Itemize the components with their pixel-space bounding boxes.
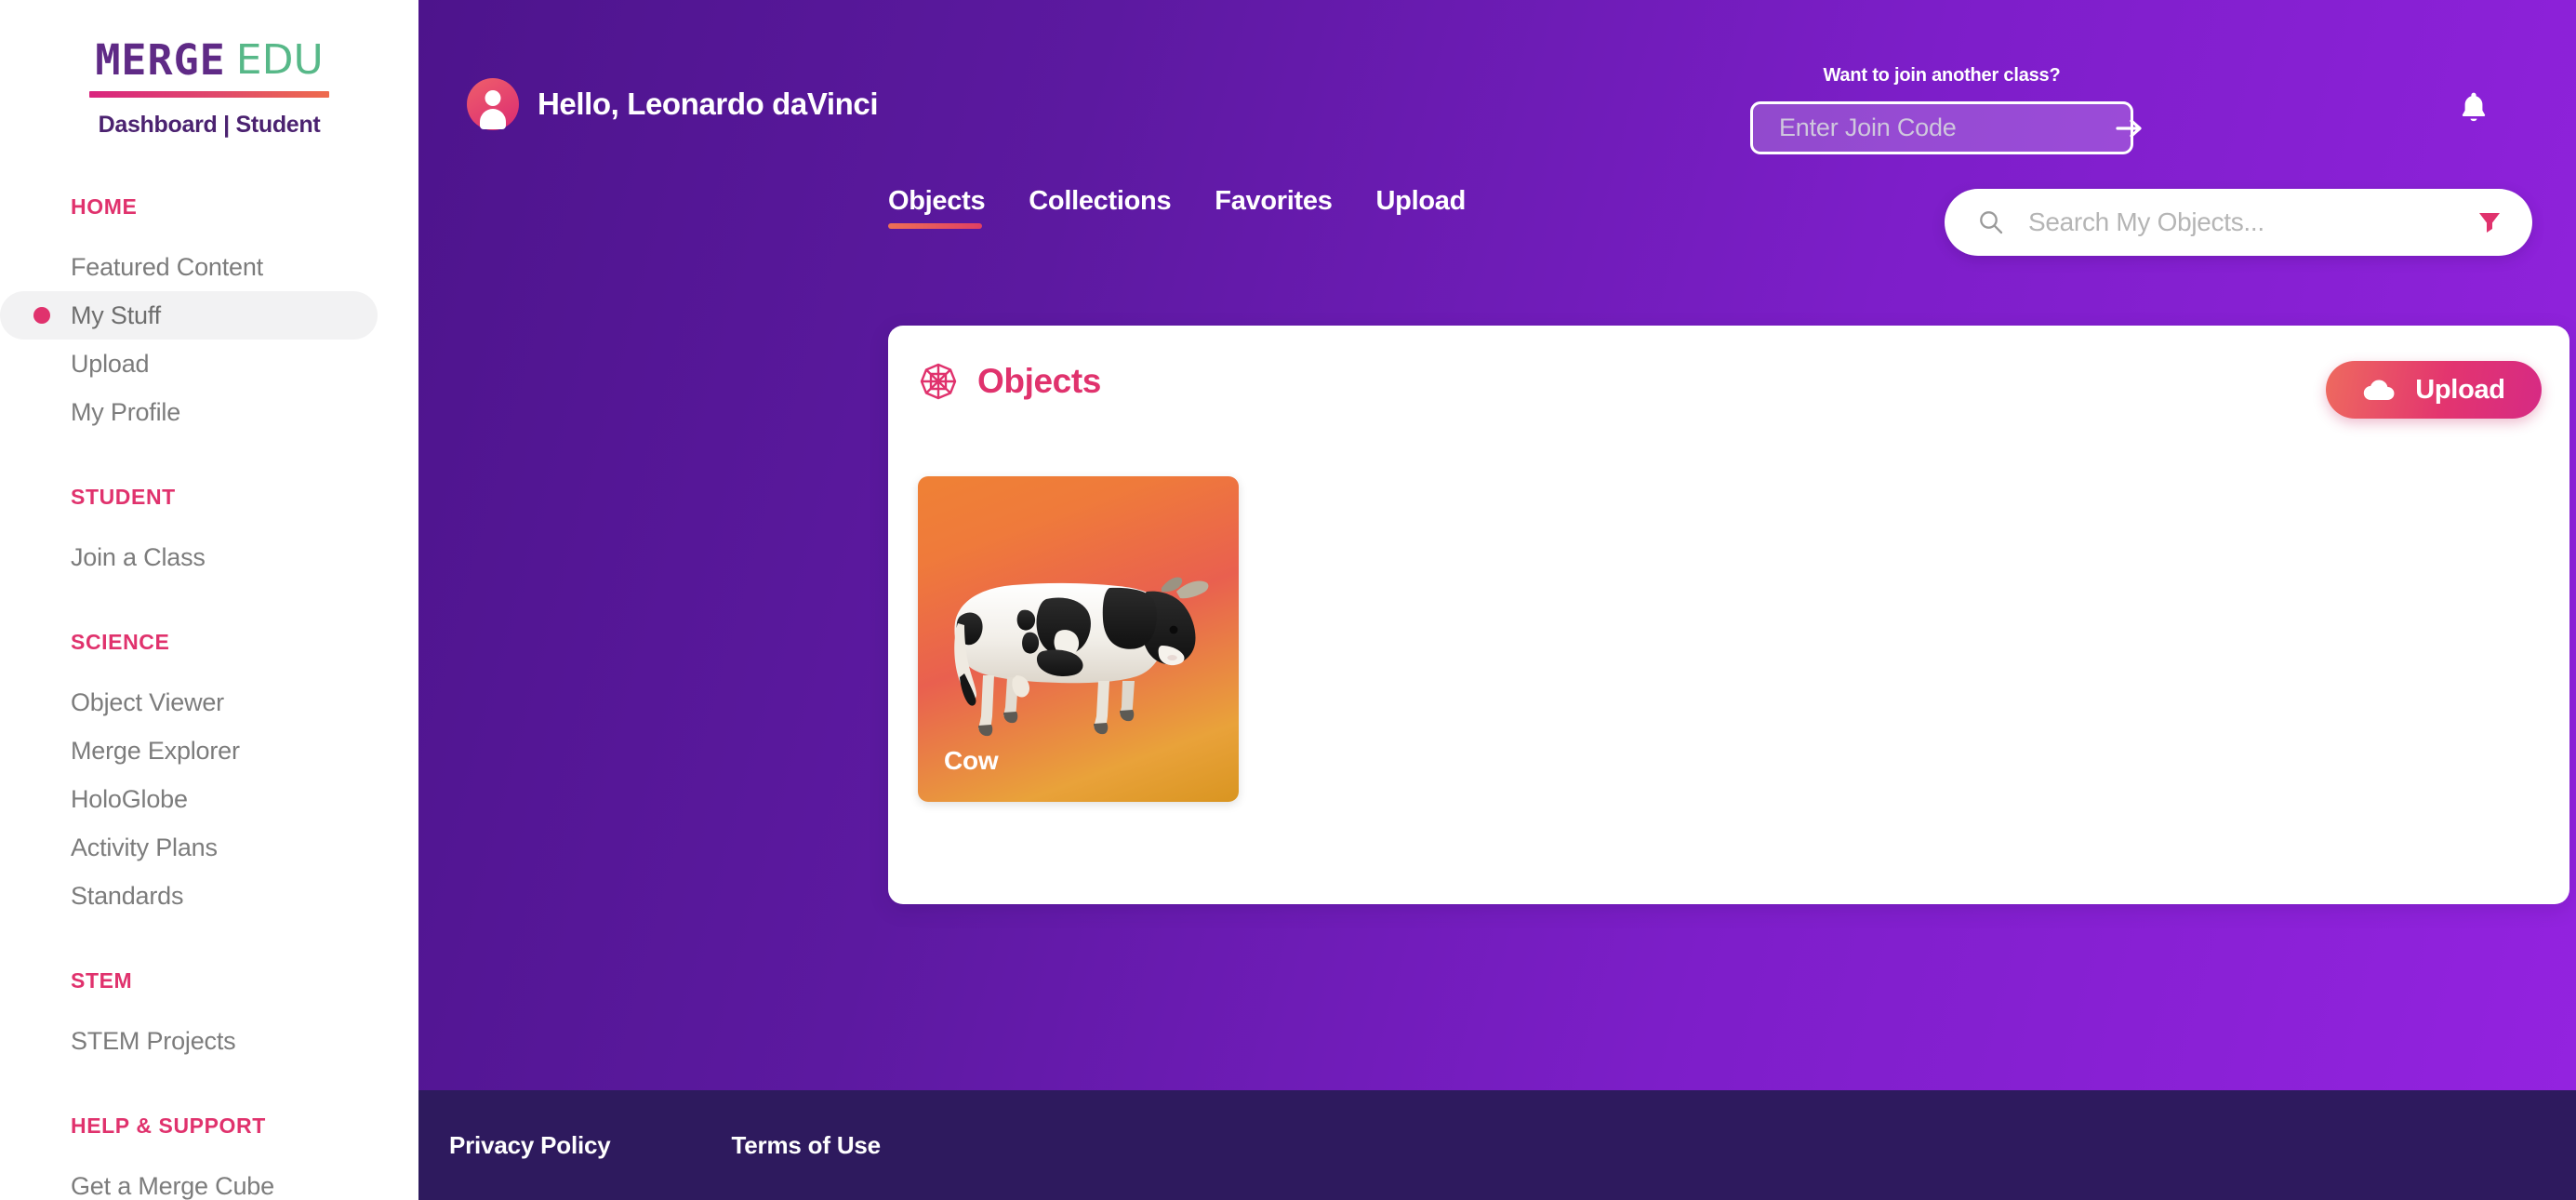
logo-edu-text: EDU bbox=[235, 35, 324, 84]
sidebar-item-stem-projects[interactable]: STEM Projects bbox=[0, 1017, 418, 1065]
avatar-body bbox=[480, 109, 506, 129]
tab-objects[interactable]: Objects bbox=[888, 186, 986, 229]
object-card-label: Cow bbox=[944, 746, 999, 775]
sidebar-item-label: My Stuff bbox=[71, 300, 161, 329]
tab-upload[interactable]: Upload bbox=[1376, 186, 1467, 229]
greeting-text: Hello, Leonardo daVinci bbox=[538, 87, 879, 121]
sidebar: MERGE EDU Dashboard | Student HOME Featur… bbox=[0, 0, 418, 1200]
sidebar-heading-science: SCIENCE bbox=[71, 630, 170, 654]
sidebar-item-my-profile[interactable]: My Profile bbox=[0, 388, 418, 436]
sidebar-item-my-stuff[interactable]: My Stuff bbox=[0, 291, 378, 340]
sidebar-item-label: Activity Plans bbox=[71, 833, 218, 861]
sidebar-item-label: Object Viewer bbox=[71, 687, 224, 716]
user-avatar-icon[interactable] bbox=[467, 78, 519, 130]
active-dot-icon bbox=[33, 307, 50, 324]
sidebar-item-label: HoloGlobe bbox=[71, 784, 188, 813]
sidebar-item-object-viewer[interactable]: Object Viewer bbox=[0, 678, 418, 727]
search-icon bbox=[1980, 211, 2003, 234]
sidebar-item-get-a-merge-cube[interactable]: Get a Merge Cube bbox=[0, 1162, 418, 1200]
sidebar-item-label: Standards bbox=[71, 881, 184, 910]
objects-panel: Objects Upload Cow bbox=[888, 326, 2569, 904]
panel-title: Objects bbox=[977, 362, 1101, 400]
sidebar-group-science: SCIENCE Object Viewer Merge Explorer Hol… bbox=[0, 630, 418, 920]
sidebar-heading-student: STUDENT bbox=[71, 485, 176, 509]
panel-header: Objects bbox=[918, 361, 1101, 402]
sidebar-item-label: STEM Projects bbox=[71, 1026, 236, 1055]
filter-funnel-icon[interactable] bbox=[2476, 209, 2503, 235]
greeting-block: Hello, Leonardo daVinci bbox=[467, 78, 879, 130]
join-class-block: Want to join another class? bbox=[1750, 65, 2142, 154]
logo-merge-text: MERGE bbox=[95, 35, 226, 85]
content-tabs: Objects Collections Favorites Upload bbox=[888, 186, 1509, 229]
sidebar-item-featured-content[interactable]: Featured Content bbox=[0, 243, 418, 291]
sidebar-heading-home: HOME bbox=[71, 194, 138, 219]
sidebar-group-stem: STEM STEM Projects bbox=[0, 968, 418, 1065]
logo-wordmark: MERGE EDU bbox=[0, 39, 418, 81]
sidebar-item-join-a-class[interactable]: Join a Class bbox=[0, 533, 418, 581]
tabs-and-search-row: Objects Collections Favorites Upload bbox=[418, 186, 2576, 270]
sidebar-item-merge-explorer[interactable]: Merge Explorer bbox=[0, 727, 418, 775]
sidebar-item-activity-plans[interactable]: Activity Plans bbox=[0, 823, 418, 872]
objects-grid: Cow bbox=[918, 476, 1239, 802]
cloud-upload-icon bbox=[2364, 380, 2395, 401]
sidebar-item-hologlobe[interactable]: HoloGlobe bbox=[0, 775, 418, 823]
cow-3d-model-thumbnail bbox=[954, 577, 1209, 737]
sidebar-group-home: HOME Featured Content My Stuff Upload My… bbox=[0, 194, 418, 436]
join-code-input[interactable] bbox=[1779, 113, 2108, 142]
sidebar-heading-stem: STEM bbox=[71, 968, 133, 993]
sidebar-nav: HOME Featured Content My Stuff Upload My… bbox=[0, 194, 418, 1200]
sidebar-item-label: Upload bbox=[71, 349, 150, 378]
sidebar-item-upload[interactable]: Upload bbox=[0, 340, 418, 388]
sidebar-heading-help-support: HELP & SUPPORT bbox=[71, 1113, 266, 1138]
sidebar-item-label: Merge Explorer bbox=[71, 736, 240, 765]
sidebar-item-label: Featured Content bbox=[71, 252, 263, 281]
footer-link-privacy-policy[interactable]: Privacy Policy bbox=[449, 1131, 611, 1160]
sidebar-item-standards[interactable]: Standards bbox=[0, 872, 418, 920]
join-prompt-label: Want to join another class? bbox=[1823, 65, 2061, 86]
brand-logo[interactable]: MERGE EDU Dashboard | Student bbox=[0, 0, 418, 139]
footer-link-terms-of-use[interactable]: Terms of Use bbox=[732, 1131, 882, 1160]
object-card-cow[interactable]: Cow bbox=[918, 476, 1239, 802]
tab-collections[interactable]: Collections bbox=[1029, 186, 1171, 229]
sidebar-item-label: Join a Class bbox=[71, 542, 206, 571]
notification-bell-icon[interactable] bbox=[2458, 90, 2490, 124]
search-bar[interactable] bbox=[1945, 189, 2532, 256]
sidebar-item-label: Get a Merge Cube bbox=[71, 1171, 274, 1200]
polyhedron-object-icon bbox=[920, 363, 957, 400]
upload-button-label: Upload bbox=[2415, 374, 2505, 405]
tab-favorites[interactable]: Favorites bbox=[1215, 186, 1333, 229]
sidebar-item-label: My Profile bbox=[71, 397, 181, 426]
sidebar-group-help-support: HELP & SUPPORT Get a Merge Cube Help Art… bbox=[0, 1113, 418, 1200]
panel-area: Objects Upload Cow bbox=[418, 270, 2576, 1090]
app-root: MERGE EDU Dashboard | Student HOME Featur… bbox=[0, 0, 2576, 1200]
top-bar: Hello, Leonardo daVinci Want to join ano… bbox=[418, 0, 2576, 186]
sidebar-group-student: STUDENT Join a Class bbox=[0, 485, 418, 581]
upload-button[interactable]: Upload bbox=[2326, 361, 2542, 419]
main-content: Hello, Leonardo daVinci Want to join ano… bbox=[418, 0, 2576, 1200]
join-code-box[interactable] bbox=[1750, 101, 2142, 154]
footer: Privacy Policy Terms of Use bbox=[418, 1090, 2576, 1200]
arrow-right-icon[interactable] bbox=[2116, 117, 2144, 140]
search-input[interactable] bbox=[2028, 207, 2458, 237]
avatar-head bbox=[485, 90, 501, 106]
logo-underline-bar bbox=[89, 91, 329, 98]
logo-subtitle: Dashboard | Student bbox=[98, 112, 321, 138]
